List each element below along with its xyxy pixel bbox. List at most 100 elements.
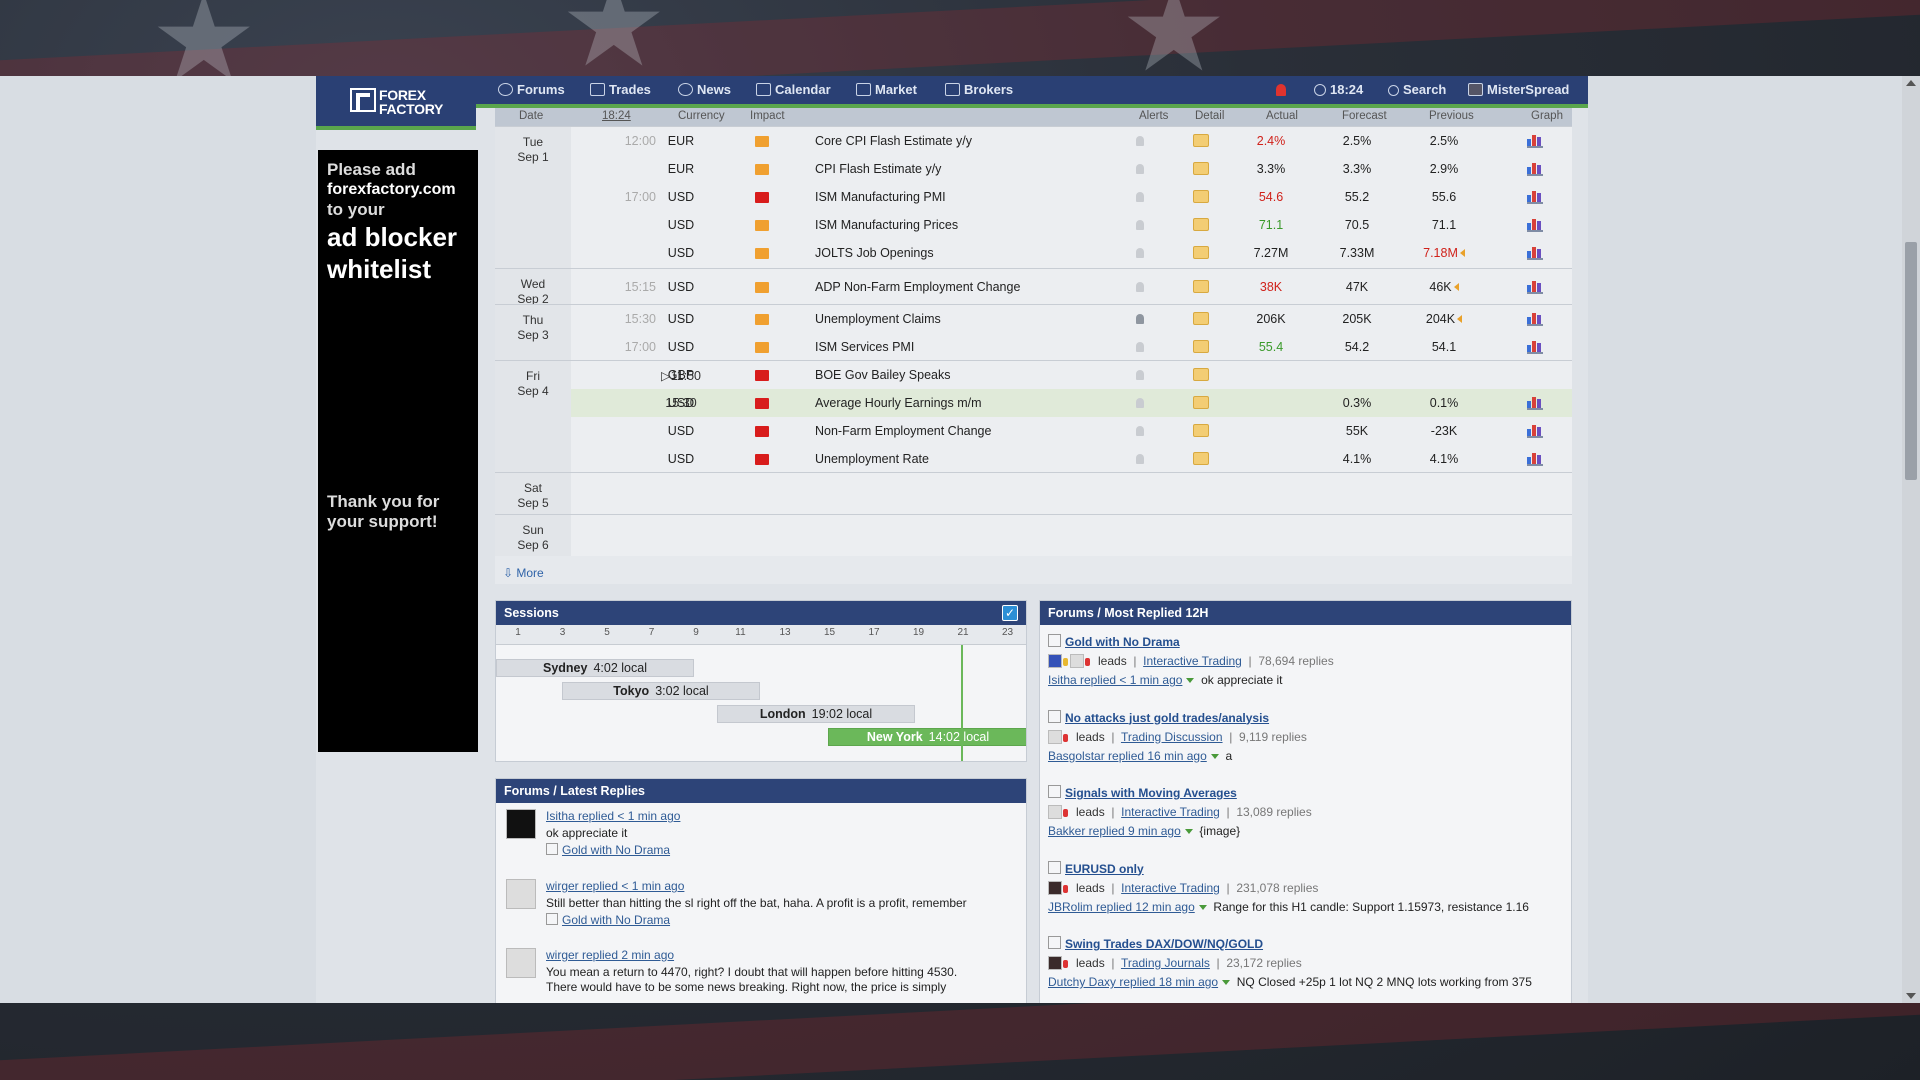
- thread-link[interactable]: Gold with No Drama: [546, 913, 670, 927]
- leader-avatar[interactable]: [1048, 880, 1062, 895]
- detail-folder-icon[interactable]: [1193, 452, 1209, 465]
- detail-folder-icon[interactable]: [1193, 340, 1209, 353]
- forum-link[interactable]: Interactive Trading: [1143, 654, 1242, 668]
- last-reply-link[interactable]: Isitha replied < 1 min ago: [1048, 673, 1182, 687]
- nav-trades[interactable]: Trades: [590, 76, 651, 104]
- alert-bell-icon[interactable]: [1136, 342, 1144, 352]
- forum-link[interactable]: Interactive Trading: [1121, 805, 1220, 819]
- clock[interactable]: 18:24: [1314, 76, 1363, 104]
- reply-author-link[interactable]: wirger replied 2 min ago: [546, 948, 674, 962]
- impact-folder-icon[interactable]: [755, 220, 769, 231]
- detail-folder-icon[interactable]: [1193, 246, 1209, 259]
- more-link[interactable]: ⇩ More: [503, 566, 544, 580]
- logo-area[interactable]: FOREX FACTORY: [316, 76, 476, 130]
- nav-brokers[interactable]: Brokers: [945, 76, 1013, 104]
- detail-folder-icon[interactable]: [1193, 134, 1209, 147]
- calendar-event-row[interactable]: 17:00 USD ISM Services PMI 55.4 54.2 54.1: [571, 333, 1572, 361]
- last-reply-link[interactable]: Dutchy Daxy replied 18 min ago: [1048, 975, 1218, 989]
- calendar-event-row[interactable]: 17:00 USD ISM Manufacturing PMI 54.6 55.2 55.…: [571, 183, 1572, 211]
- scroll-down-icon[interactable]: [1906, 993, 1916, 999]
- nav-forums[interactable]: Forums: [498, 76, 565, 104]
- impact-folder-icon[interactable]: [755, 164, 769, 175]
- page-scrollbar[interactable]: [1902, 76, 1920, 1003]
- nav-search[interactable]: Search: [1388, 76, 1446, 104]
- reply-author-link[interactable]: Isitha replied < 1 min ago: [546, 809, 680, 823]
- forex-factory-logo[interactable]: FOREX FACTORY: [350, 88, 449, 116]
- detail-folder-icon[interactable]: [1193, 368, 1209, 381]
- graph-icon[interactable]: [1527, 452, 1543, 466]
- dropdown-icon[interactable]: [1184, 829, 1193, 834]
- last-reply-link[interactable]: JBRolim replied 12 min ago: [1048, 900, 1195, 914]
- thread-title-link[interactable]: Signals with Moving Averages: [1048, 785, 1237, 800]
- graph-icon[interactable]: [1527, 280, 1543, 294]
- impact-folder-icon[interactable]: [755, 370, 769, 381]
- scroll-up-icon[interactable]: [1906, 80, 1916, 86]
- calendar-event-row[interactable]: USD JOLTS Job Openings 7.27M 7.33M 7.18M: [571, 239, 1572, 267]
- dropdown-icon[interactable]: [1186, 678, 1195, 683]
- dropdown-icon[interactable]: [1222, 980, 1231, 985]
- calendar-event-row[interactable]: 15:30 USD Unemployment Claims 206K 205K 204K: [571, 305, 1572, 333]
- nav-news[interactable]: News: [678, 76, 731, 104]
- reply-author-link[interactable]: wirger replied < 1 min ago: [546, 879, 684, 893]
- thread-title-link[interactable]: EURUSD only: [1048, 861, 1144, 876]
- calendar-event-row[interactable]: 15:15 USD ADP Non-Farm Employment Change 38…: [571, 273, 1572, 301]
- time-header-link[interactable]: 18:24: [602, 110, 631, 122]
- leader-avatar[interactable]: [1048, 956, 1062, 970]
- forum-link[interactable]: Interactive Trading: [1121, 881, 1220, 895]
- alert-bell-icon[interactable]: [1136, 136, 1144, 146]
- alert-bell-icon[interactable]: [1136, 220, 1144, 230]
- calendar-event-row[interactable]: EUR CPI Flash Estimate y/y 3.3% 3.3% 2.9%: [571, 155, 1572, 183]
- alert-bell-icon[interactable]: [1136, 248, 1144, 258]
- leader-avatar[interactable]: [1070, 654, 1084, 668]
- sessions-checkbox[interactable]: ✓: [1002, 605, 1018, 621]
- graph-icon[interactable]: [1527, 134, 1543, 148]
- forum-link[interactable]: Trading Journals: [1121, 956, 1210, 970]
- alert-bell-icon[interactable]: [1136, 314, 1144, 324]
- alert-bell-icon[interactable]: [1136, 164, 1144, 174]
- forum-link[interactable]: Trading Discussion: [1121, 730, 1223, 744]
- impact-folder-icon[interactable]: [755, 282, 769, 293]
- detail-folder-icon[interactable]: [1193, 280, 1209, 293]
- nav-market[interactable]: Market: [856, 76, 917, 104]
- alert-bell-icon[interactable]: [1136, 398, 1144, 408]
- thread-title-link[interactable]: Swing Trades DAX/DOW/NQ/GOLD: [1048, 936, 1263, 951]
- notification-bell-icon[interactable]: [1276, 76, 1286, 104]
- alert-bell-icon[interactable]: [1136, 426, 1144, 436]
- thread-title-link[interactable]: No attacks just gold trades/analysis: [1048, 710, 1269, 725]
- calendar-event-row[interactable]: USD ISM Manufacturing Prices 71.1 70.5 71.1: [571, 211, 1572, 239]
- detail-folder-icon[interactable]: [1193, 190, 1209, 203]
- graph-icon[interactable]: [1527, 162, 1543, 176]
- nav-calendar[interactable]: Calendar: [756, 76, 831, 104]
- calendar-event-row[interactable]: USD Unemployment Rate 4.1% 4.1%: [571, 445, 1572, 473]
- scrollbar-thumb[interactable]: [1905, 242, 1917, 480]
- leader-avatar[interactable]: [1048, 729, 1062, 744]
- graph-icon[interactable]: [1527, 424, 1543, 438]
- calendar-event-row[interactable]: ▷11:50 GBP BOE Gov Bailey Speaks: [571, 361, 1572, 389]
- thread-link[interactable]: Gold with No Drama: [546, 843, 670, 857]
- dropdown-icon[interactable]: [1198, 904, 1207, 910]
- avatar[interactable]: [506, 948, 536, 978]
- impact-folder-icon[interactable]: [755, 248, 769, 259]
- graph-icon[interactable]: [1527, 190, 1543, 204]
- calendar-event-row[interactable]: USD Non-Farm Employment Change 55K -23K: [571, 417, 1572, 445]
- detail-folder-icon[interactable]: [1193, 162, 1209, 175]
- graph-icon[interactable]: [1527, 340, 1543, 354]
- detail-folder-icon[interactable]: [1193, 396, 1209, 409]
- thread-title-link[interactable]: Gold with No Drama: [1048, 634, 1180, 649]
- impact-folder-icon[interactable]: [755, 192, 769, 203]
- last-reply-link[interactable]: Bakker replied 9 min ago: [1048, 824, 1181, 838]
- alert-bell-icon[interactable]: [1136, 192, 1144, 202]
- impact-folder-icon[interactable]: [755, 136, 769, 147]
- detail-folder-icon[interactable]: [1193, 312, 1209, 325]
- detail-folder-icon[interactable]: [1193, 424, 1209, 437]
- dropdown-icon[interactable]: [1210, 753, 1219, 759]
- alert-bell-icon[interactable]: [1136, 454, 1144, 464]
- impact-folder-icon[interactable]: [755, 454, 769, 465]
- impact-folder-icon[interactable]: [755, 342, 769, 353]
- avatar[interactable]: [506, 879, 536, 909]
- calendar-event-row[interactable]: 15:30 USD Average Hourly Earnings m/m 0.3% 0…: [571, 389, 1572, 417]
- alert-bell-icon[interactable]: [1136, 282, 1144, 292]
- avatar[interactable]: [506, 809, 536, 839]
- alert-bell-icon[interactable]: [1136, 370, 1144, 380]
- last-reply-link[interactable]: Basgolstar replied 16 min ago: [1048, 749, 1207, 763]
